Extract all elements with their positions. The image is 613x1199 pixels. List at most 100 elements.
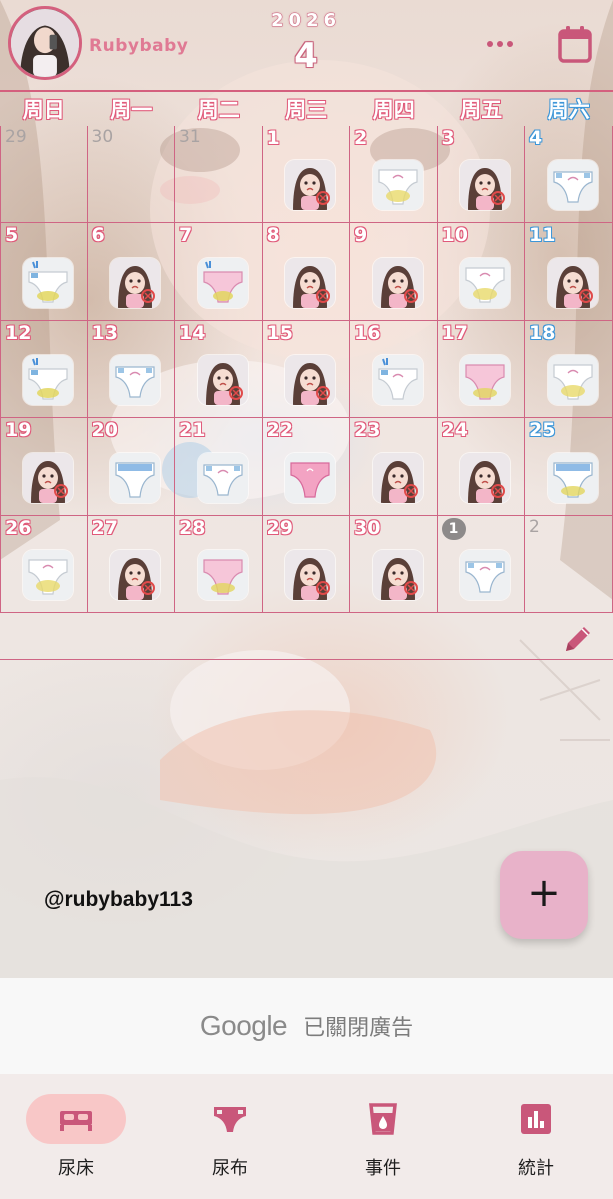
calendar-day-cell[interactable]: 30 bbox=[350, 515, 438, 613]
bedwetting-record-icon[interactable] bbox=[22, 452, 73, 503]
calendar-day-cell[interactable]: 27 bbox=[87, 515, 175, 613]
bedwetting-record-icon[interactable] bbox=[285, 257, 335, 308]
calendar-day-cell[interactable]: 12 bbox=[0, 320, 88, 419]
calendar-day-cell[interactable]: 29 bbox=[0, 126, 88, 224]
bedwetting-record-icon[interactable] bbox=[547, 257, 598, 308]
diaper-record-icon[interactable] bbox=[460, 257, 510, 308]
day-number: 9 bbox=[354, 224, 368, 247]
weekday-header: 周日 周一 周二 周三 周四 周五 周六 bbox=[0, 90, 613, 126]
calendar-day-cell[interactable]: 8 bbox=[262, 223, 350, 321]
calendar-day-cell[interactable]: 14 bbox=[175, 320, 263, 419]
calendar-day-cell[interactable]: 6 bbox=[87, 223, 175, 321]
calendar-day-cell[interactable]: 23 bbox=[350, 418, 438, 516]
diaper-record-icon[interactable] bbox=[460, 355, 510, 406]
calendar-day-cell[interactable]: 4 bbox=[525, 126, 613, 224]
diaper-icon bbox=[180, 1094, 280, 1144]
nav-label: 事件 bbox=[365, 1158, 401, 1179]
day-number: 28 bbox=[179, 516, 206, 539]
calendar-day-cell[interactable]: 18 bbox=[525, 320, 613, 419]
calendar-day-cell[interactable]: 28 bbox=[175, 515, 263, 613]
calendar-day-cell[interactable]: 1 bbox=[262, 126, 350, 224]
day-number: 29 bbox=[266, 516, 293, 539]
day-number: 21 bbox=[179, 419, 206, 442]
calendar-day-cell[interactable]: 29 bbox=[262, 515, 350, 613]
bedwetting-record-icon[interactable] bbox=[110, 549, 160, 600]
bedwetting-record-icon[interactable] bbox=[110, 257, 160, 308]
calendar-day-cell[interactable]: 26 bbox=[0, 515, 88, 613]
ad-closed-text: 已關閉廣告 bbox=[303, 1016, 414, 1041]
year-label[interactable]: 2026 bbox=[256, 10, 356, 32]
day-number: 2 bbox=[354, 127, 368, 149]
diaper-record-icon[interactable] bbox=[372, 355, 423, 406]
month-label[interactable]: 4 bbox=[256, 36, 356, 76]
diaper-record-icon[interactable] bbox=[110, 452, 160, 503]
diaper-record-icon[interactable] bbox=[110, 355, 160, 406]
bedwetting-record-icon[interactable] bbox=[285, 549, 335, 600]
diaper-record-icon[interactable] bbox=[197, 452, 248, 503]
calendar-day-cell[interactable]: 31 bbox=[175, 126, 263, 224]
calendar-day-cell[interactable]: 25 bbox=[525, 418, 613, 516]
calendar-day-cell[interactable]: 17 bbox=[437, 320, 525, 419]
calendar-day-cell[interactable]: 16 bbox=[350, 320, 438, 419]
diaper-record-icon[interactable] bbox=[22, 355, 73, 406]
avatar[interactable] bbox=[8, 6, 82, 80]
day-number: 25 bbox=[529, 419, 556, 442]
nav-item-bedwetting[interactable]: 尿床 bbox=[26, 1094, 126, 1189]
calendar-day-cell[interactable]: 5 bbox=[0, 223, 88, 321]
weekday-label: 周一 bbox=[110, 98, 153, 122]
diaper-record-icon[interactable] bbox=[372, 160, 423, 211]
diaper-record-icon[interactable] bbox=[547, 452, 598, 503]
diaper-record-icon[interactable] bbox=[460, 549, 510, 600]
day-number: 4 bbox=[529, 127, 543, 149]
calendar-day-cell[interactable]: 11 bbox=[525, 223, 613, 321]
diaper-record-icon[interactable] bbox=[285, 452, 335, 503]
calendar-day-cell[interactable]: 13 bbox=[87, 320, 175, 419]
calendar-day-cell[interactable]: 2 bbox=[525, 515, 613, 613]
day-number: 22 bbox=[266, 419, 293, 442]
calendar-day-cell[interactable]: 19 bbox=[0, 418, 88, 516]
day-number: 3 bbox=[441, 127, 455, 149]
day-number: 27 bbox=[91, 516, 118, 539]
calendar-day-cell[interactable]: 15 bbox=[262, 320, 350, 419]
calendar-day-cell[interactable]: 7 bbox=[175, 223, 263, 321]
calendar-day-cell[interactable]: 1 bbox=[437, 515, 525, 613]
bedwetting-record-icon[interactable] bbox=[372, 257, 423, 308]
diaper-record-icon[interactable] bbox=[197, 257, 248, 308]
day-number: 18 bbox=[529, 321, 556, 344]
calendar-day-cell[interactable]: 21 bbox=[175, 418, 263, 516]
add-record-button[interactable]: + bbox=[500, 851, 588, 939]
nav-item-stats[interactable]: 統計 bbox=[486, 1094, 586, 1189]
day-number: 20 bbox=[91, 419, 118, 442]
month-calendar-grid: 29 30 31 1 2 3 4 5 6 7 8 9 10 11 12 13 1… bbox=[0, 126, 613, 613]
bedwetting-record-icon[interactable] bbox=[197, 355, 248, 406]
diaper-record-icon[interactable] bbox=[547, 355, 598, 406]
diaper-record-icon[interactable] bbox=[547, 160, 598, 211]
bedwetting-record-icon[interactable] bbox=[285, 160, 335, 211]
calendar-day-cell[interactable]: 9 bbox=[350, 223, 438, 321]
bedwetting-record-icon[interactable] bbox=[285, 355, 335, 406]
bedwetting-record-icon[interactable] bbox=[372, 549, 423, 600]
calendar-day-cell[interactable]: 24 bbox=[437, 418, 525, 516]
bedwetting-record-icon[interactable] bbox=[460, 160, 510, 211]
more-dots-icon[interactable] bbox=[484, 32, 516, 56]
bedwetting-record-icon[interactable] bbox=[460, 452, 510, 503]
pencil-icon[interactable] bbox=[560, 621, 596, 657]
day-number: 30 bbox=[354, 516, 381, 539]
calendar-day-cell[interactable]: 20 bbox=[87, 418, 175, 516]
calendar-day-cell[interactable]: 22 bbox=[262, 418, 350, 516]
calendar-day-cell[interactable]: 3 bbox=[437, 126, 525, 224]
diaper-record-icon[interactable] bbox=[197, 549, 248, 600]
ad-brand: Google bbox=[199, 1010, 288, 1041]
bedwetting-record-icon[interactable] bbox=[372, 452, 423, 503]
calendar-day-cell[interactable]: 10 bbox=[437, 223, 525, 321]
nav-item-diaper[interactable]: 尿布 bbox=[180, 1094, 280, 1189]
bed-icon bbox=[26, 1094, 126, 1144]
calendar-day-cell[interactable]: 2 bbox=[350, 126, 438, 224]
calendar-day-cell[interactable]: 30 bbox=[87, 126, 175, 224]
day-number: 10 bbox=[441, 224, 468, 247]
diaper-record-icon[interactable] bbox=[22, 257, 73, 308]
calendar-icon[interactable] bbox=[557, 24, 593, 64]
nav-label: 統計 bbox=[518, 1158, 554, 1179]
nav-item-event[interactable]: 事件 bbox=[333, 1094, 433, 1189]
diaper-record-icon[interactable] bbox=[22, 549, 73, 600]
